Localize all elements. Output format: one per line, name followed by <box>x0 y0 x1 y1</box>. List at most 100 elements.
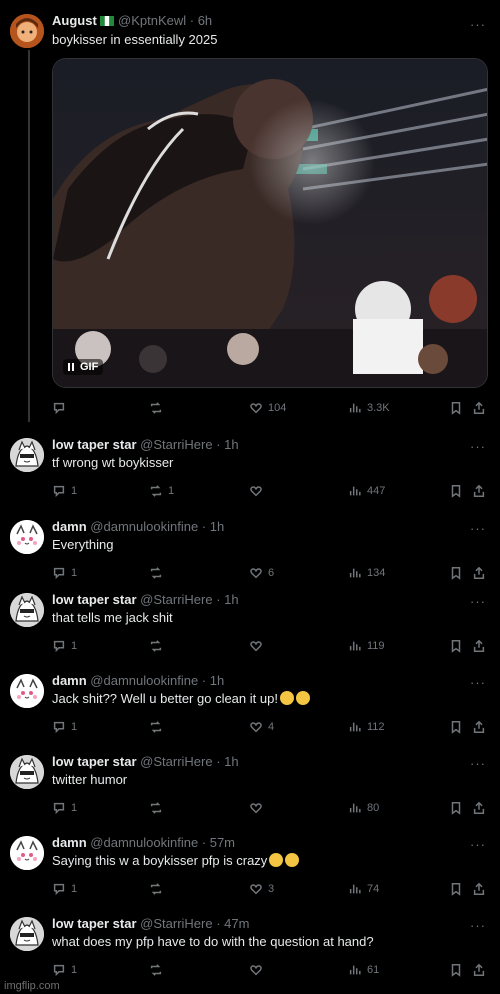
avatar[interactable] <box>10 755 44 789</box>
bookmark-button[interactable] <box>449 962 463 978</box>
more-options-icon[interactable]: ··· <box>470 757 486 770</box>
reply-button[interactable]: 1 <box>52 881 77 897</box>
pause-icon[interactable] <box>68 363 74 371</box>
avatar[interactable] <box>10 14 44 48</box>
reply-button[interactable]: 1 <box>52 565 77 581</box>
repost-button[interactable] <box>149 881 168 897</box>
handle-and-time[interactable]: @StarriHere · 1h <box>140 592 238 607</box>
views-button[interactable]: 134 <box>348 565 385 581</box>
gif-media[interactable]: GIF <box>52 58 488 388</box>
bookmark-button[interactable] <box>449 719 463 735</box>
bookmark-button[interactable] <box>449 483 463 499</box>
repost-button[interactable] <box>149 400 163 416</box>
avatar[interactable] <box>10 520 44 554</box>
reply-tweet[interactable]: low taper star @StarriHere · 47m ··· wha… <box>0 913 500 991</box>
views-button[interactable]: 74 <box>348 881 379 897</box>
reply-button[interactable]: 1 <box>52 638 77 654</box>
display-name[interactable]: damn <box>52 835 87 850</box>
reply-tweet[interactable]: damn @damnulookinfine · 1h ··· Jack shit… <box>0 670 500 748</box>
more-options-icon[interactable]: ··· <box>470 676 486 689</box>
views-button[interactable]: 112 <box>348 719 385 735</box>
like-button[interactable]: 104 <box>249 400 286 416</box>
share-button[interactable] <box>472 483 486 499</box>
views-button[interactable]: 3.3K <box>348 400 390 416</box>
like-button[interactable]: 6 <box>249 565 274 581</box>
avatar-image <box>10 14 44 48</box>
views-count: 447 <box>367 485 386 497</box>
avatar[interactable] <box>10 438 44 472</box>
action-bar: 1 6 134 <box>52 565 492 581</box>
repost-button[interactable] <box>149 638 168 654</box>
more-options-icon[interactable]: ··· <box>470 595 486 608</box>
views-button[interactable]: 119 <box>348 638 385 654</box>
more-options-icon[interactable]: ··· <box>470 18 486 31</box>
share-button[interactable] <box>472 638 486 654</box>
root-tweet[interactable]: August @KptnKewl · 6h ··· boykisser in e… <box>0 0 500 425</box>
avatar[interactable] <box>10 593 44 627</box>
handle-and-time[interactable]: @StarriHere · 47m <box>140 916 249 931</box>
share-button[interactable] <box>472 800 486 816</box>
display-name[interactable]: low taper star <box>52 437 137 452</box>
views-button[interactable]: 80 <box>348 800 379 816</box>
handle-and-time[interactable]: @damnulookinfine · 1h <box>90 673 224 688</box>
heart-icon <box>250 884 262 895</box>
more-options-icon[interactable]: ··· <box>470 522 486 535</box>
tweet-text: that tells me jack shit <box>52 610 173 626</box>
display-name[interactable]: damn <box>52 519 87 534</box>
reply-button[interactable]: 1 <box>52 962 77 978</box>
bookmark-button[interactable] <box>449 638 463 654</box>
reply-tweet[interactable]: damn @damnulookinfine · 1h ··· Everythin… <box>0 516 500 594</box>
like-button[interactable]: 4 <box>249 719 274 735</box>
share-button[interactable] <box>472 962 486 978</box>
share-button[interactable] <box>472 565 486 581</box>
like-button[interactable] <box>249 800 268 816</box>
like-button[interactable] <box>249 483 268 499</box>
reply-tweet[interactable]: damn @damnulookinfine · 57m ··· Saying t… <box>0 832 500 910</box>
repost-button[interactable] <box>149 719 168 735</box>
share-button[interactable] <box>472 400 486 416</box>
tweet-header: low taper star @StarriHere · 1h <box>52 592 239 608</box>
handle-and-time[interactable]: @damnulookinfine · 1h <box>90 519 224 534</box>
handle-and-time[interactable]: @KptnKewl · 6h <box>118 13 212 28</box>
share-button[interactable] <box>472 881 486 897</box>
repost-button[interactable] <box>149 565 168 581</box>
bookmark-button[interactable] <box>449 400 463 416</box>
handle-and-time[interactable]: @damnulookinfine · 57m <box>90 835 235 850</box>
display-name[interactable]: damn <box>52 673 87 688</box>
avatar[interactable] <box>10 917 44 951</box>
reply-button[interactable]: 1 <box>52 800 77 816</box>
display-name[interactable]: low taper star <box>52 916 137 931</box>
reply-button[interactable]: 1 <box>52 719 77 735</box>
like-button[interactable]: 3 <box>249 881 274 897</box>
display-name[interactable]: low taper star <box>52 754 137 769</box>
like-button[interactable] <box>249 638 268 654</box>
reply-tweet[interactable]: low taper star @StarriHere · 1h ··· that… <box>0 589 500 667</box>
reply-tweet[interactable]: low taper star @StarriHere · 1h ··· tf w… <box>0 434 500 512</box>
reply-tweet[interactable]: low taper star @StarriHere · 1h ··· twit… <box>0 751 500 829</box>
avatar[interactable] <box>10 674 44 708</box>
handle-and-time[interactable]: @StarriHere · 1h <box>140 437 238 452</box>
watermark: imgflip.com <box>4 980 60 992</box>
bookmark-button[interactable] <box>449 881 463 897</box>
views-button[interactable]: 61 <box>348 962 379 978</box>
reply-button[interactable] <box>52 400 66 416</box>
gif-badge[interactable]: GIF <box>63 359 104 375</box>
like-button[interactable] <box>249 962 268 978</box>
bookmark-button[interactable] <box>449 565 463 581</box>
repost-button[interactable]: 1 <box>149 483 174 499</box>
more-options-icon[interactable]: ··· <box>470 440 486 453</box>
display-name[interactable]: low taper star <box>52 592 137 607</box>
more-options-icon[interactable]: ··· <box>470 919 486 932</box>
reply-icon <box>53 883 65 896</box>
heart-icon <box>250 803 262 814</box>
more-options-icon[interactable]: ··· <box>470 838 486 851</box>
views-button[interactable]: 447 <box>348 483 385 499</box>
repost-button[interactable] <box>149 962 168 978</box>
avatar[interactable] <box>10 836 44 870</box>
handle-and-time[interactable]: @StarriHere · 1h <box>140 754 238 769</box>
bookmark-button[interactable] <box>449 800 463 816</box>
reply-button[interactable]: 1 <box>52 483 77 499</box>
repost-button[interactable] <box>149 800 168 816</box>
share-button[interactable] <box>472 719 486 735</box>
display-name[interactable]: August <box>52 13 97 28</box>
